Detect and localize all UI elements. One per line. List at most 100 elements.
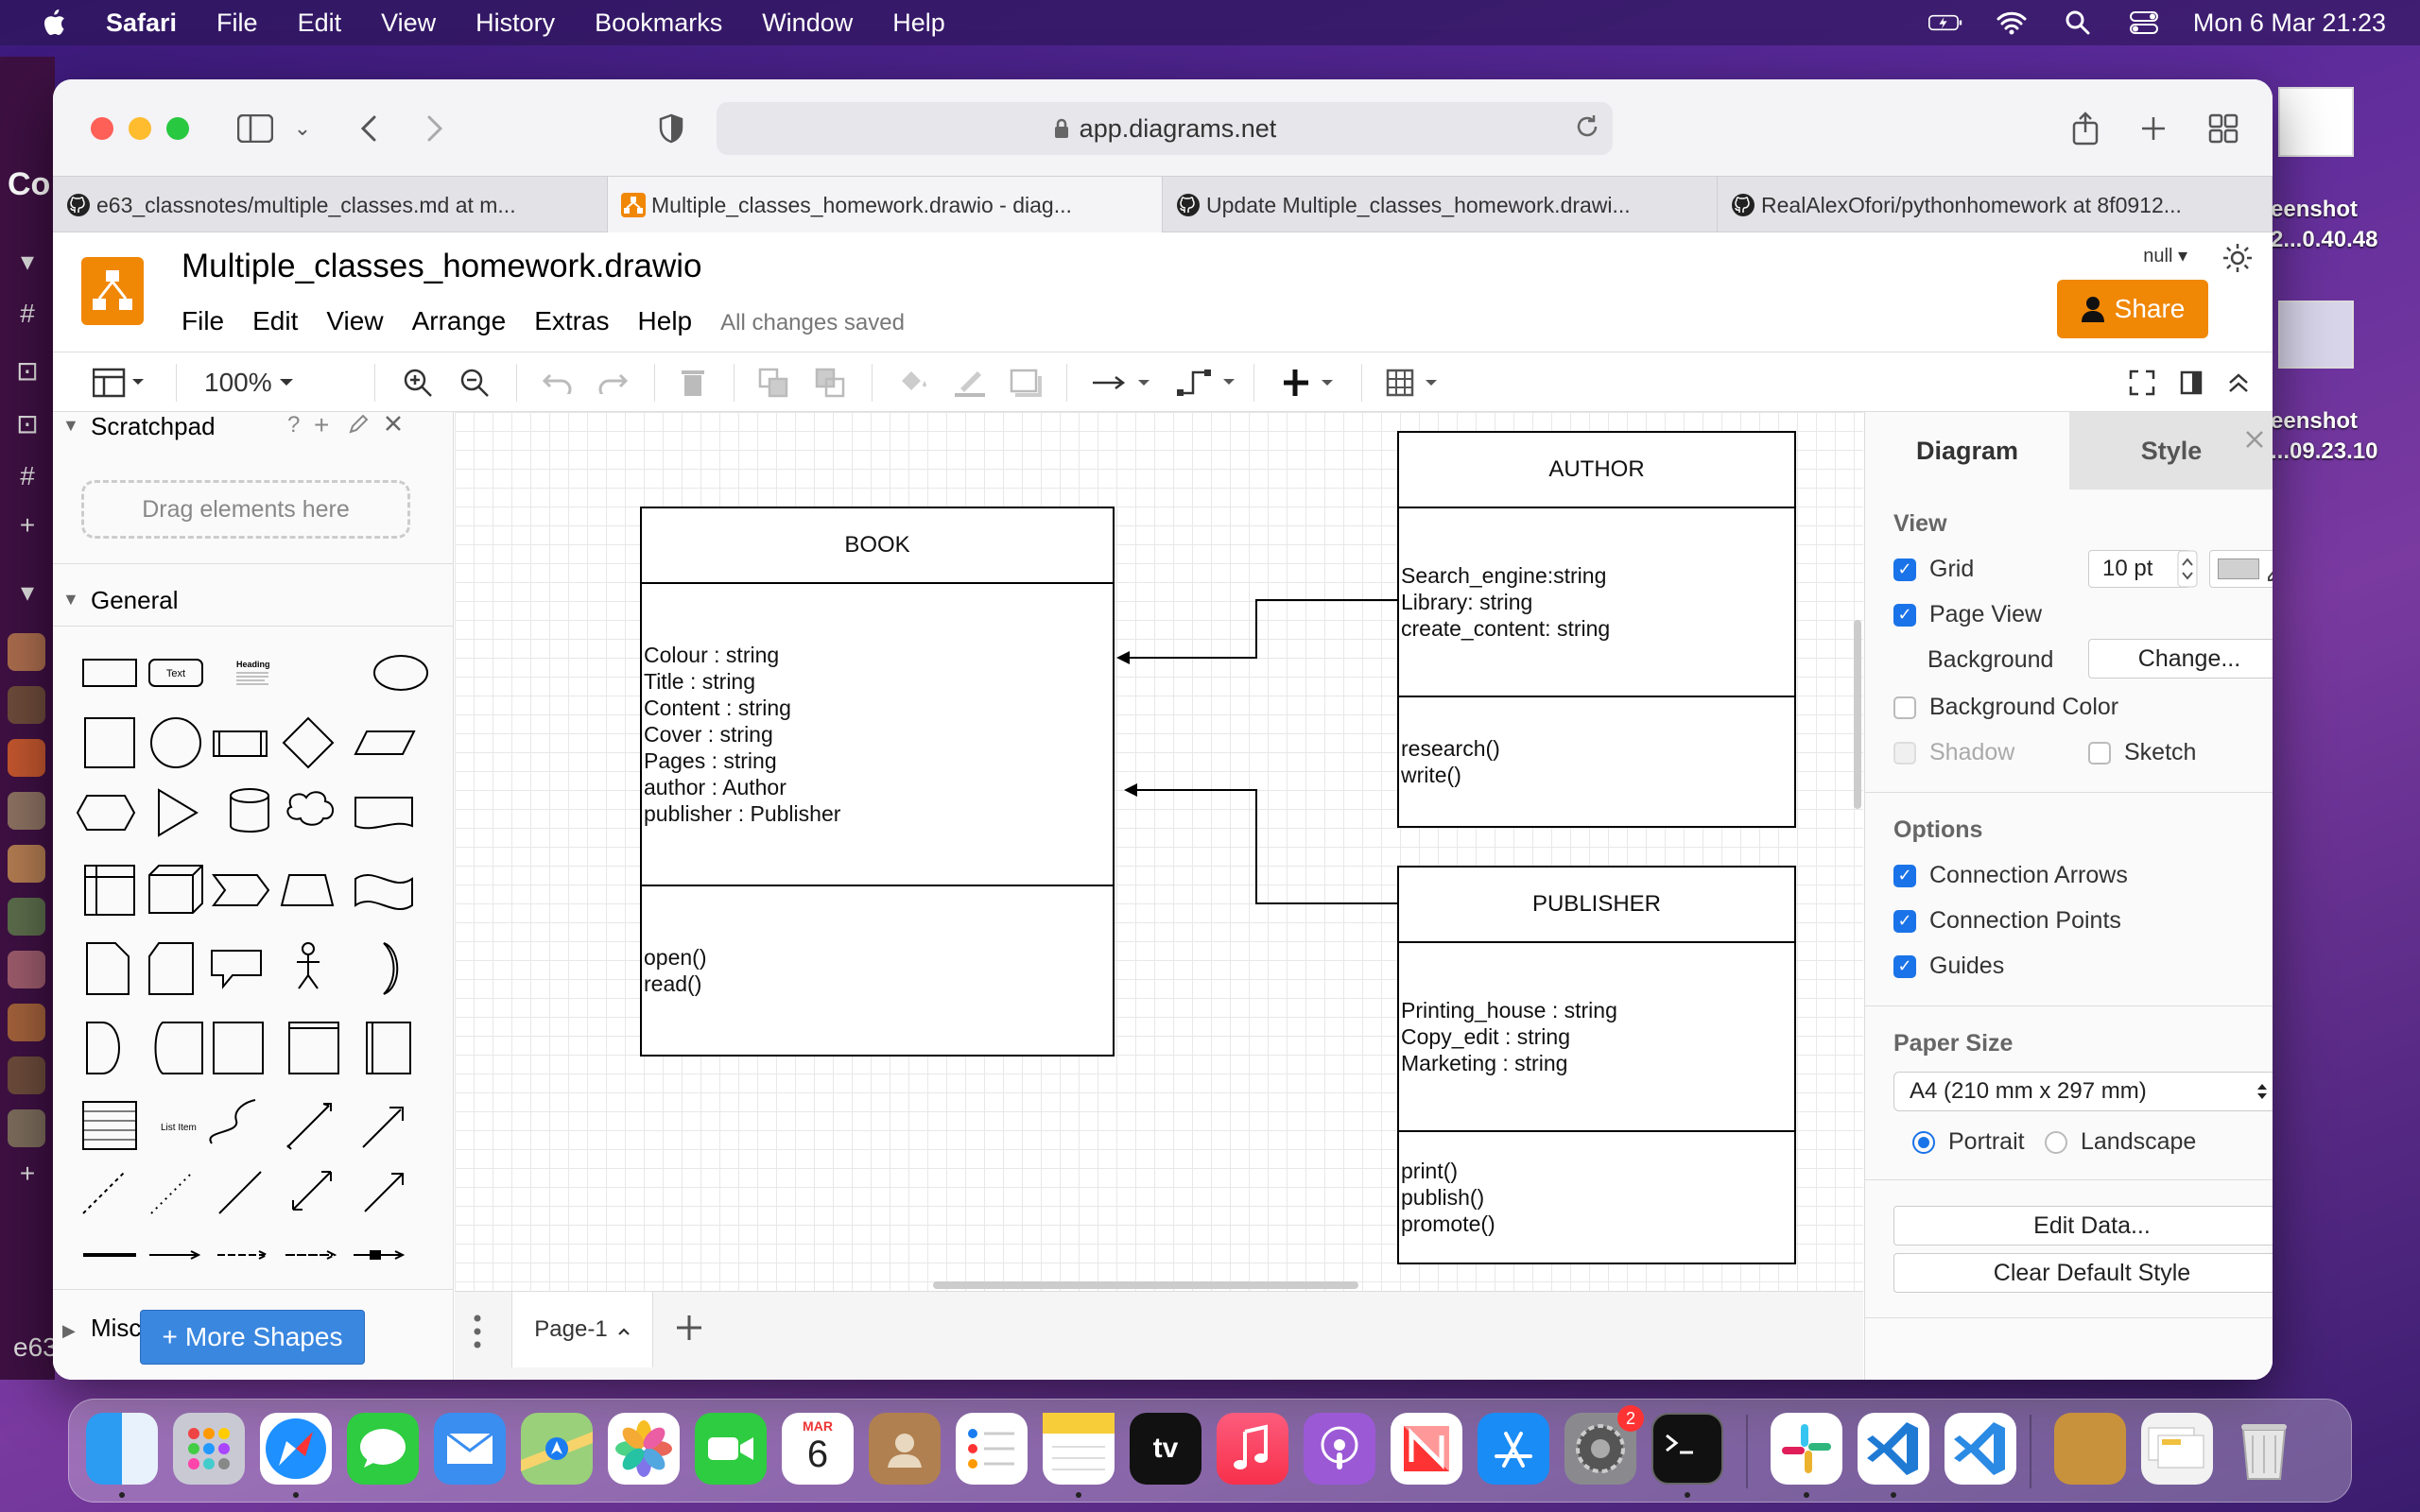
page-view-checkbox[interactable]: ✓	[1893, 603, 1916, 627]
minimize-window-button[interactable]	[129, 117, 151, 140]
grid-color-picker[interactable]	[2209, 550, 2273, 588]
general-section-title[interactable]: General	[91, 586, 179, 615]
vertical-scrollbar[interactable]	[1854, 620, 1861, 809]
paper-size-select[interactable]: A4 (210 mm x 297 mm)	[1893, 1072, 2273, 1111]
fullscreen-icon[interactable]	[2129, 366, 2155, 400]
close-icon[interactable]	[2244, 429, 2265, 455]
line-color-icon[interactable]	[953, 366, 987, 400]
drawio-menu-view[interactable]: View	[326, 306, 383, 336]
scratchpad-title[interactable]: Scratchpad	[91, 412, 216, 441]
connection-points-checkbox[interactable]: ✓	[1893, 909, 1916, 933]
control-center-icon[interactable]	[2127, 9, 2161, 37]
theme-sun-icon[interactable]	[2221, 242, 2254, 279]
contacts-icon[interactable]	[869, 1413, 941, 1485]
mail-icon[interactable]	[434, 1413, 506, 1485]
desktop-file-label[interactable]: ...09.23.10	[2271, 438, 2377, 465]
collapse-up-icon[interactable]	[2227, 366, 2250, 400]
desktop-file-label[interactable]: eenshot	[2271, 408, 2358, 435]
waypoints-dropdown[interactable]	[1176, 366, 1242, 400]
page-tab[interactable]: Page-1	[511, 1292, 653, 1367]
wifi-icon[interactable]	[1995, 9, 2029, 37]
vscode-icon[interactable]	[1858, 1413, 1929, 1485]
shadow-checkbox[interactable]	[1893, 741, 1916, 765]
eyedropper-icon[interactable]	[2265, 557, 2273, 586]
shadow-icon[interactable]	[1010, 366, 1042, 400]
grid-size-input[interactable]: 10 pt	[2088, 550, 2190, 588]
music-icon[interactable]	[1217, 1413, 1288, 1485]
slack-icon[interactable]	[1771, 1413, 1842, 1485]
reload-icon[interactable]	[1575, 113, 1599, 146]
zoom-out-icon[interactable]	[459, 366, 490, 400]
new-tab-icon[interactable]	[2131, 106, 2176, 151]
scratchpad-drop-zone[interactable]: Drag elements here	[81, 480, 410, 539]
diagram-canvas[interactable]: BOOK Colour : string Title : string Cont…	[455, 412, 1863, 1291]
scratchpad-help-icon[interactable]: ?	[287, 412, 300, 438]
guides-checkbox[interactable]: ✓	[1893, 954, 1916, 978]
close-window-button[interactable]	[91, 117, 113, 140]
vscode-insiders-icon[interactable]	[1945, 1413, 2016, 1485]
page-menu-icon[interactable]	[474, 1314, 481, 1353]
menu-file[interactable]: File	[216, 9, 258, 38]
to-front-icon[interactable]	[758, 366, 790, 400]
horizontal-scrollbar[interactable]	[933, 1281, 1358, 1289]
desktop-file-label[interactable]: 2...0.40.48	[2271, 227, 2377, 253]
grid-option[interactable]: ✓ Grid	[1893, 556, 1974, 583]
menu-bar-clock[interactable]: Mon 6 Mar 21:23	[2193, 9, 2386, 38]
browser-tab[interactable]: RealAlexOfori/pythonhomework at 8f0912..…	[1718, 177, 2273, 233]
facetime-icon[interactable]	[695, 1413, 767, 1485]
connection-style-dropdown[interactable]	[1091, 366, 1157, 400]
system-settings-icon[interactable]: 2	[1564, 1405, 1644, 1485]
sketch-option[interactable]: Sketch	[2088, 739, 2196, 766]
landscape-option[interactable]: Landscape	[2045, 1128, 2196, 1156]
back-arrow-icon[interactable]	[346, 106, 391, 151]
screenshots-stack-icon[interactable]	[2141, 1413, 2213, 1485]
add-page-icon[interactable]	[674, 1313, 704, 1348]
browser-tab[interactable]: Update Multiple_classes_homework.drawi..…	[1163, 177, 1718, 233]
photos-icon[interactable]	[608, 1413, 680, 1485]
grid-checkbox[interactable]: ✓	[1893, 558, 1916, 581]
format-panel-toggle-icon[interactable]	[93, 366, 146, 400]
safari-icon[interactable]	[260, 1413, 332, 1485]
browser-tab[interactable]: e63_classnotes/multiple_classes.md at m.…	[53, 177, 608, 233]
background-color-option[interactable]: Background Color	[1893, 694, 2118, 721]
apple-menu-icon[interactable]	[34, 4, 72, 42]
landscape-radio[interactable]	[2045, 1130, 2067, 1154]
menu-view[interactable]: View	[381, 9, 436, 38]
guides-option[interactable]: ✓ Guides	[1893, 953, 2004, 980]
user-account-menu[interactable]: null ▾	[2143, 244, 2187, 267]
format-panel-icon[interactable]	[2180, 366, 2203, 400]
connection-arrows-checkbox[interactable]: ✓	[1893, 864, 1916, 887]
change-background-button[interactable]: Change...	[2088, 639, 2273, 679]
fill-color-icon[interactable]	[896, 366, 928, 400]
drawio-menu-file[interactable]: File	[182, 306, 224, 336]
sketch-checkbox[interactable]	[2088, 741, 2111, 765]
save-status[interactable]: All changes saved	[720, 310, 905, 336]
trash-icon[interactable]	[2228, 1413, 2300, 1485]
connector-styles-palette[interactable]	[72, 1246, 431, 1264]
close-icon[interactable]	[384, 414, 403, 438]
clear-default-style-button[interactable]: Clear Default Style	[1893, 1253, 2273, 1293]
menu-bookmarks[interactable]: Bookmarks	[595, 9, 722, 38]
shadow-option[interactable]: Shadow	[1893, 739, 2014, 766]
terminal-icon[interactable]	[1651, 1413, 1723, 1485]
redo-icon[interactable]	[597, 366, 630, 400]
delete-icon[interactable]	[681, 366, 705, 400]
messages-icon[interactable]	[347, 1413, 419, 1485]
menu-history[interactable]: History	[475, 9, 555, 38]
reminders-icon[interactable]	[956, 1413, 1028, 1485]
news-icon[interactable]	[1391, 1413, 1462, 1485]
insert-dropdown[interactable]	[1282, 366, 1348, 400]
drawio-menu-edit[interactable]: Edit	[252, 306, 298, 336]
tab-overview-icon[interactable]	[2201, 106, 2246, 151]
connection-points-option[interactable]: ✓ Connection Points	[1893, 907, 2121, 935]
chevron-right-icon[interactable]: ▶	[62, 1321, 76, 1341]
page-view-option[interactable]: ✓ Page View	[1893, 601, 2042, 628]
more-shapes-button[interactable]: + More Shapes	[140, 1310, 365, 1365]
menu-help[interactable]: Help	[892, 9, 945, 38]
desktop-screenshot-thumbnail[interactable]	[2278, 87, 2354, 157]
calendar-icon[interactable]: MAR 6	[782, 1413, 854, 1485]
menu-edit[interactable]: Edit	[298, 9, 342, 38]
tab-diagram[interactable]: Diagram	[1865, 412, 2069, 490]
drawio-menu-extras[interactable]: Extras	[534, 306, 609, 336]
stepper-icon[interactable]	[2177, 550, 2198, 593]
